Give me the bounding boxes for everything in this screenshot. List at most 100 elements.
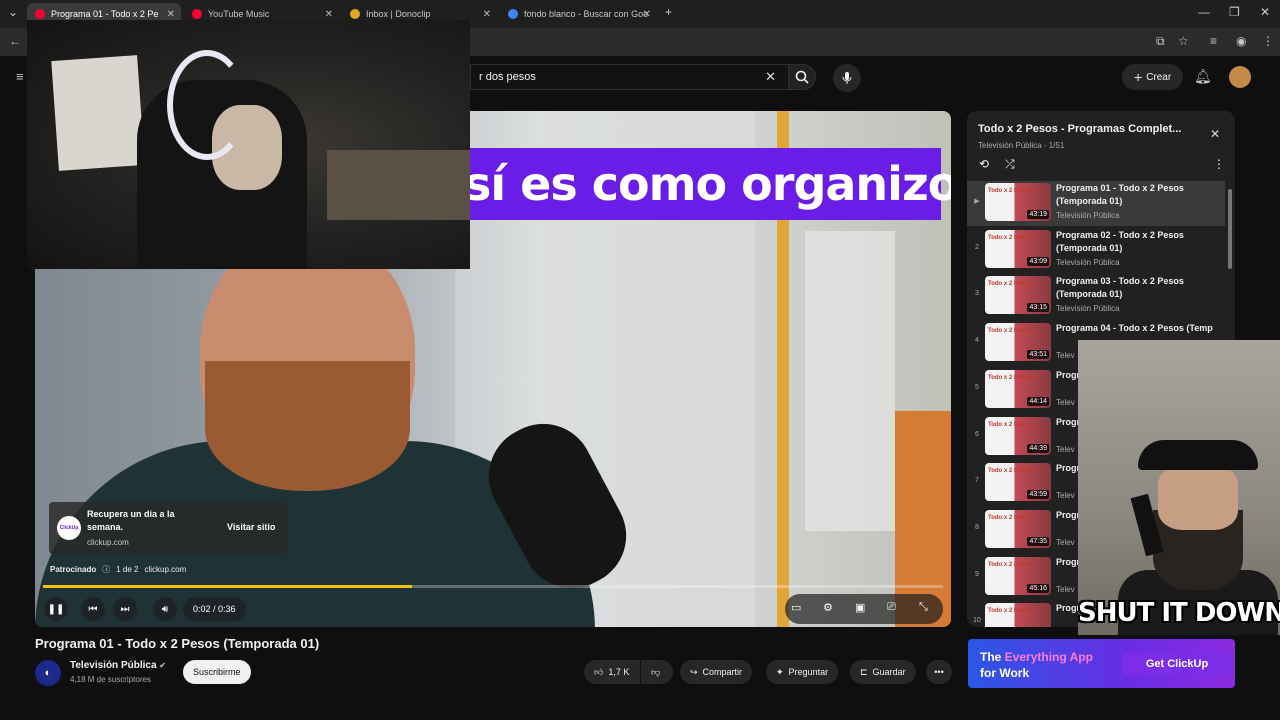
next-icon: ⏭︎: [120, 603, 130, 615]
share-button[interactable]: ↪ Compartir: [680, 660, 753, 684]
youtube-music-favicon-icon: [192, 9, 202, 19]
video-thumbnail[interactable]: Todo x 2 Pesos 45:16: [985, 556, 1051, 595]
save-button[interactable]: ⊏ Guardar: [850, 660, 916, 684]
playlist-video-channel: Telev: [1056, 397, 1075, 407]
close-window-icon[interactable]: ✕: [1260, 5, 1270, 19]
sparkle-icon: ✦: [776, 666, 784, 677]
dislike-button[interactable]: 👎︎: [641, 660, 673, 684]
video-thumbnail[interactable]: Todo x 2 Pesos 44:14: [985, 369, 1051, 408]
verified-icon: ✔: [159, 661, 166, 670]
volume-icon: 🔊︎: [161, 603, 169, 615]
search-text: r dos pesos: [479, 71, 536, 83]
ad-card[interactable]: ClickUp Recupera un día a la semana. cli…: [49, 502, 287, 554]
tab-4[interactable]: fondo blanco - Buscar con Goo ✕: [500, 3, 657, 25]
ask-button[interactable]: ✦ Preguntar: [766, 660, 839, 684]
voice-search-button[interactable]: [833, 64, 861, 92]
video-thumbnail[interactable]: Todo x 2 Pesos 43:51: [985, 323, 1051, 362]
subscribe-button[interactable]: Suscribirme: [183, 660, 251, 684]
tab-menu-icon[interactable]: ⌄: [8, 5, 18, 19]
settings-gear-icon[interactable]: ⚙︎: [823, 601, 833, 614]
sponsor-domain[interactable]: clickup.com: [144, 565, 186, 574]
cast-icon[interactable]: ⎚: [887, 601, 896, 614]
playlist-video-title: Programa 03 - Todo x 2 Pesos (Temporada …: [1056, 276, 1184, 300]
duration-badge: 43:59: [1027, 490, 1049, 500]
previous-icon: ⏮︎: [88, 603, 98, 615]
back-icon[interactable]: ←: [9, 34, 21, 48]
close-playlist-icon[interactable]: ✕: [1210, 127, 1220, 141]
video-thumbnail[interactable]: Todo x 2 Pesos 43:19: [985, 183, 1051, 221]
close-tab-icon[interactable]: ✕: [483, 9, 491, 20]
playlist-item[interactable]: 2 Todo x 2 Pesos 43:09 Programa 02 - Todo x…: [967, 228, 1225, 273]
video-thumbnail[interactable]: Todo x 2 Pesos 44:39: [985, 416, 1051, 455]
banner-text: sí es como organizo: [464, 157, 951, 211]
more-actions-button[interactable]: •••: [926, 660, 952, 684]
playlist-header: Todo x 2 Pesos - Programas Complet... Te…: [967, 111, 1235, 179]
ad-line-1a: The: [980, 650, 1005, 664]
create-button[interactable]: + Crear: [1122, 64, 1184, 90]
playlist-scrollbar[interactable]: [1228, 189, 1232, 269]
loop-icon[interactable]: ⟲: [979, 157, 989, 171]
theater-mode-icon[interactable]: ▣: [855, 601, 865, 614]
video-thumbnail[interactable]: Todo x 2 Pesos: [985, 603, 1051, 627]
channel-name-text: Televisión Pública: [70, 660, 157, 671]
playlist-item[interactable]: ▶ Todo x 2 Pesos 43:19 Programa 01 - Todo x…: [967, 181, 1225, 226]
pause-button[interactable]: ❚❚: [44, 597, 68, 621]
search-input[interactable]: r dos pesos ✕: [470, 64, 788, 90]
playlist-title[interactable]: Todo x 2 Pesos - Programas Complet...: [978, 123, 1208, 135]
playlist-video-channel: Televisión Pública: [1056, 257, 1120, 267]
new-tab-icon[interactable]: +: [665, 5, 672, 19]
notifications-bell-icon[interactable]: 🔔︎: [1194, 68, 1212, 85]
search-button[interactable]: [788, 64, 816, 90]
info-icon[interactable]: ⓘ: [102, 564, 110, 575]
profile-icon[interactable]: ◉: [1236, 34, 1246, 48]
avatar[interactable]: [1229, 66, 1251, 88]
playlist-item[interactable]: 3 Todo x 2 Pesos 43:15 Programa 03 - Todo x…: [967, 274, 1225, 319]
video-thumbnail[interactable]: Todo x 2 Pesos 43:59: [985, 463, 1051, 502]
close-tab-icon[interactable]: ✕: [643, 9, 651, 20]
pause-icon: ❚❚: [47, 603, 65, 615]
previous-button[interactable]: ⏮︎: [81, 597, 105, 621]
install-icon[interactable]: ⧉: [1156, 34, 1165, 49]
duration-badge: 44:14: [1027, 396, 1049, 406]
tab-label: Inbox | Donoclip: [366, 9, 431, 19]
minimize-icon[interactable]: —: [1198, 5, 1210, 19]
more-icon: •••: [934, 667, 944, 677]
shuffle-icon[interactable]: ⤮: [1005, 157, 1015, 172]
video-thumbnail[interactable]: Todo x 2 Pesos 43:15: [985, 276, 1051, 315]
visit-site-button[interactable]: Visitar sitio: [227, 522, 275, 532]
playlist-menu-icon[interactable]: ⋮: [1213, 157, 1225, 171]
thumbnail-label: Todo x 2 Pesos: [988, 281, 1032, 288]
ad-title: Recupera un día a la semana.: [87, 509, 175, 532]
close-tab-icon[interactable]: ✕: [325, 9, 333, 20]
clear-search-icon[interactable]: ✕: [765, 69, 776, 85]
channel-avatar[interactable]: ◐: [35, 660, 61, 686]
video-title: Programa 01 - Todo x 2 Pesos (Temporada …: [35, 636, 320, 651]
time-display: 0:02 / 0:36: [183, 597, 246, 621]
channel-name[interactable]: Televisión Pública ✔: [70, 660, 166, 671]
player-controls: ❚❚ ⏮︎ ⏭︎ 🔊︎ 0:02 / 0:36 ▭ ⚙︎ ▣ ⎚ ⤡: [35, 591, 951, 627]
clickup-sidebar-ad[interactable]: The Everything App for Work Get ClickUp: [968, 639, 1235, 688]
meme-overlay: SHUT IT DOWN: [1078, 340, 1280, 635]
close-tab-icon[interactable]: ✕: [167, 9, 175, 20]
subtitles-icon[interactable]: ▭: [791, 601, 801, 614]
browser-menu-icon[interactable]: ⋮: [1262, 34, 1274, 48]
bookmark-star-icon[interactable]: ☆: [1178, 34, 1189, 48]
share-label: Compartir: [702, 667, 743, 677]
maximize-icon[interactable]: ❐: [1229, 5, 1240, 19]
tab-label: YouTube Music: [208, 9, 270, 19]
streamer-webcam-overlay: [27, 20, 470, 269]
video-thumbnail[interactable]: Todo x 2 Pesos 47:35: [985, 509, 1051, 548]
reading-list-icon[interactable]: ≡: [1210, 34, 1217, 48]
like-button[interactable]: 👍︎ 1,7 K: [584, 660, 640, 684]
tab-label: Programa 01 - Todo x 2 Pe: [51, 9, 159, 19]
meme-face: [1158, 465, 1238, 530]
volume-button[interactable]: 🔊︎: [153, 597, 177, 621]
playlist-index: 7: [975, 477, 979, 485]
video-thumbnail[interactable]: Todo x 2 Pesos 43:09: [985, 229, 1051, 268]
next-button[interactable]: ⏭︎: [113, 597, 137, 621]
ad-line-1: The Everything App: [980, 650, 1093, 664]
progress-bar[interactable]: [43, 585, 943, 588]
get-clickup-button[interactable]: Get ClickUp: [1122, 653, 1232, 675]
hamburger-menu-icon[interactable]: ≡: [16, 69, 24, 84]
fullscreen-icon[interactable]: ⤡: [919, 601, 928, 614]
